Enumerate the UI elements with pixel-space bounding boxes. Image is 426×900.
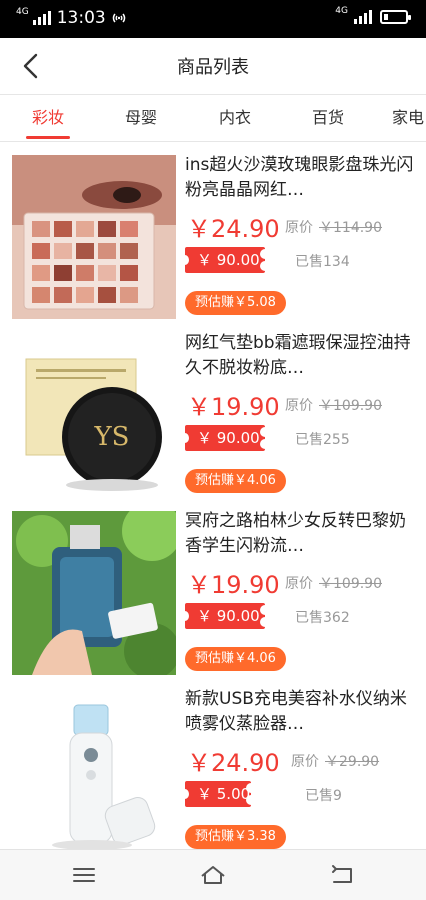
coupon-row: ￥ 90.00 已售255 <box>181 423 415 457</box>
product-image-cushion[interactable]: YS <box>12 333 176 497</box>
sold-count: 已售9 <box>305 788 342 804</box>
original-price: ￥29.90 <box>325 754 380 770</box>
status-bar: 4G 13:03 4G <box>0 0 426 38</box>
menu-icon[interactable] <box>70 862 98 888</box>
original-price-label: 原价 <box>285 398 313 414</box>
price-row: ￥24.90 原价 ￥29.90 <box>185 739 415 779</box>
sold-count: 已售134 <box>295 254 350 270</box>
product-price: ￥19.90 <box>187 393 280 421</box>
product-info: 冥府之路柏林少女反转巴黎奶香学生闪粉流… ￥19.90 原价 ￥109.90 ￥… <box>181 509 415 671</box>
original-price-label: 原价 <box>291 754 319 770</box>
original-price: ￥109.90 <box>319 398 382 414</box>
return-icon[interactable] <box>328 862 356 888</box>
product-image-mist-sprayer[interactable] <box>12 689 176 849</box>
estimated-earn-badge: 预估赚￥5.08 <box>185 291 286 315</box>
product-price: ￥24.90 <box>187 215 280 243</box>
home-icon[interactable] <box>199 862 227 888</box>
tab-cosmetics[interactable]: 彩妆 <box>18 95 78 141</box>
system-nav-bar <box>0 849 426 900</box>
svg-text:YS: YS <box>94 422 130 452</box>
price-row: ￥19.90 原价 ￥109.90 <box>185 561 415 601</box>
coupon-badge[interactable]: ￥ 90.00 <box>181 247 270 273</box>
original-price: ￥114.90 <box>319 220 382 236</box>
product-price: ￥24.90 <box>187 749 280 777</box>
signal-icon-right <box>354 10 372 24</box>
product-item[interactable]: 冥府之路柏林少女反转巴黎奶香学生闪粉流… ￥19.90 原价 ￥109.90 ￥… <box>0 499 426 677</box>
product-price: ￥19.90 <box>187 571 280 599</box>
product-item[interactable]: YS 网红气垫bb霜遮瑕保湿控油持久不脱妆粉底… ￥19.90 原价 ￥109.… <box>0 321 426 499</box>
product-name: 网红气垫bb霜遮瑕保湿控油持久不脱妆粉底… <box>185 333 411 378</box>
signal-icon <box>32 11 51 25</box>
tab-active-indicator <box>26 136 70 139</box>
estimated-earn-badge: 预估赚￥4.06 <box>185 469 286 493</box>
coupon-value: ￥ 90.00 <box>197 429 260 447</box>
sold-count: 已售255 <box>295 432 350 448</box>
tab-appliances[interactable]: 家电 <box>392 95 426 141</box>
product-name: ins超火沙漠玫瑰眼影盘珠光闪粉亮晶晶网红… <box>185 155 414 200</box>
product-item[interactable]: ins超火沙漠玫瑰眼影盘珠光闪粉亮晶晶网红… ￥24.90 原价 ￥114.90… <box>0 143 426 321</box>
estimated-earn-badge: 预估赚￥3.38 <box>185 825 286 849</box>
coupon-row: ￥ 90.00 已售134 <box>181 245 415 279</box>
nav-bar: 商品列表 <box>0 38 426 94</box>
price-row: ￥19.90 原价 ￥109.90 <box>185 383 415 423</box>
network-type-right: 4G <box>335 6 348 16</box>
coupon-value: ￥ 90.00 <box>197 607 260 625</box>
coupon-value: ￥ 90.00 <box>197 251 260 269</box>
product-image-perfume[interactable] <box>12 511 176 675</box>
sold-count: 已售362 <box>295 610 350 626</box>
tab-label: 彩妆 <box>31 108 64 127</box>
coupon-row: ￥ 90.00 已售362 <box>181 601 415 635</box>
tab-general[interactable]: 百货 <box>298 95 358 141</box>
product-name: 新款USB充电美容补水仪纳米喷雾仪蒸脸器… <box>185 689 407 734</box>
product-list: ins超火沙漠玫瑰眼影盘珠光闪粉亮晶晶网红… ￥24.90 原价 ￥114.90… <box>0 143 426 849</box>
original-price-label: 原价 <box>285 220 313 236</box>
nfc-icon <box>112 13 125 23</box>
tab-label: 百货 <box>311 108 344 127</box>
battery-icon <box>380 10 411 24</box>
status-time: 13:03 <box>56 8 106 28</box>
product-item[interactable]: 新款USB充电美容补水仪纳米喷雾仪蒸脸器… ￥24.90 原价 ￥29.90 ￥… <box>0 677 426 849</box>
tab-label: 母婴 <box>124 108 157 127</box>
estimated-earn-badge: 预估赚￥4.06 <box>185 647 286 671</box>
coupon-value: ￥ 5.00 <box>197 785 251 803</box>
coupon-badge[interactable]: ￥ 90.00 <box>181 425 270 451</box>
coupon-badge[interactable]: ￥ 90.00 <box>181 603 270 629</box>
product-name: 冥府之路柏林少女反转巴黎奶香学生闪粉流… <box>185 511 406 556</box>
tab-maternity[interactable]: 母婴 <box>111 95 171 141</box>
category-tabs: 彩妆 母婴 内衣 百货 家电 <box>0 94 426 142</box>
page-title: 商品列表 <box>177 57 249 78</box>
product-image-eyeshadow[interactable] <box>12 155 176 319</box>
product-info: 新款USB充电美容补水仪纳米喷雾仪蒸脸器… ￥24.90 原价 ￥29.90 ￥… <box>181 687 415 849</box>
product-info: 网红气垫bb霜遮瑕保湿控油持久不脱妆粉底… ￥19.90 原价 ￥109.90 … <box>181 331 415 493</box>
coupon-row: ￥ 5.00 已售9 <box>181 779 415 813</box>
original-price: ￥109.90 <box>319 576 382 592</box>
price-row: ￥24.90 原价 ￥114.90 <box>185 205 415 245</box>
coupon-badge[interactable]: ￥ 5.00 <box>181 781 256 807</box>
network-type: 4G <box>16 7 29 17</box>
original-price-label: 原价 <box>285 576 313 592</box>
tab-label: 家电 <box>392 108 425 127</box>
product-info: ins超火沙漠玫瑰眼影盘珠光闪粉亮晶晶网红… ￥24.90 原价 ￥114.90… <box>181 153 415 315</box>
tab-label: 内衣 <box>218 108 251 127</box>
tab-underwear[interactable]: 内衣 <box>205 95 265 141</box>
